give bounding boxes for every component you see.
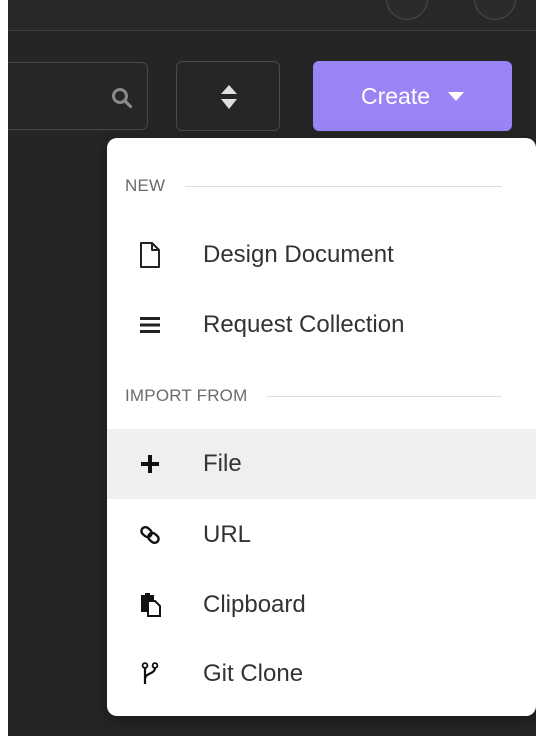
create-button-label: Create <box>360 82 431 109</box>
menu-item-label: Request Collection <box>203 311 405 338</box>
chevron-down-icon <box>448 91 465 101</box>
menu-item-label: File <box>203 450 242 477</box>
plus-icon <box>137 451 163 477</box>
search-input[interactable] <box>8 62 148 130</box>
menu-item-label: URL <box>203 521 252 548</box>
menu-item-label: Clipboard <box>203 591 306 618</box>
menu-item-file[interactable]: File <box>107 429 536 499</box>
search-icon[interactable] <box>111 87 133 109</box>
create-button[interactable]: Create <box>313 61 512 131</box>
menu-item-design-document[interactable]: Design Document <box>107 220 536 290</box>
divider <box>185 185 502 187</box>
menu-item-label: Git Clone <box>203 660 304 687</box>
menu-item-label: Design Document <box>203 241 394 268</box>
section-header-new: NEW <box>107 171 536 201</box>
link-icon <box>137 522 163 548</box>
section-header-import-from: IMPORT FROM <box>107 381 536 411</box>
menu-item-git-clone[interactable]: Git Clone <box>107 639 536 709</box>
git-branch-icon <box>137 661 163 687</box>
document-icon <box>137 242 163 268</box>
menu-lines-icon <box>137 312 163 338</box>
sort-button[interactable] <box>176 61 280 131</box>
clipboard-icon <box>137 592 163 618</box>
divider <box>267 395 502 397</box>
section-header-label: IMPORT FROM <box>125 386 248 405</box>
section-header-label: NEW <box>125 176 166 195</box>
top-circle-button[interactable] <box>386 0 428 20</box>
top-bar <box>8 0 536 31</box>
create-dropdown-menu: NEW Design Document Request Collection I… <box>107 138 536 716</box>
menu-item-request-collection[interactable]: Request Collection <box>107 290 536 360</box>
menu-item-url[interactable]: URL <box>107 500 536 570</box>
top-circle-button[interactable] <box>474 0 516 20</box>
menu-item-clipboard[interactable]: Clipboard <box>107 570 536 640</box>
sort-icon <box>221 85 237 109</box>
